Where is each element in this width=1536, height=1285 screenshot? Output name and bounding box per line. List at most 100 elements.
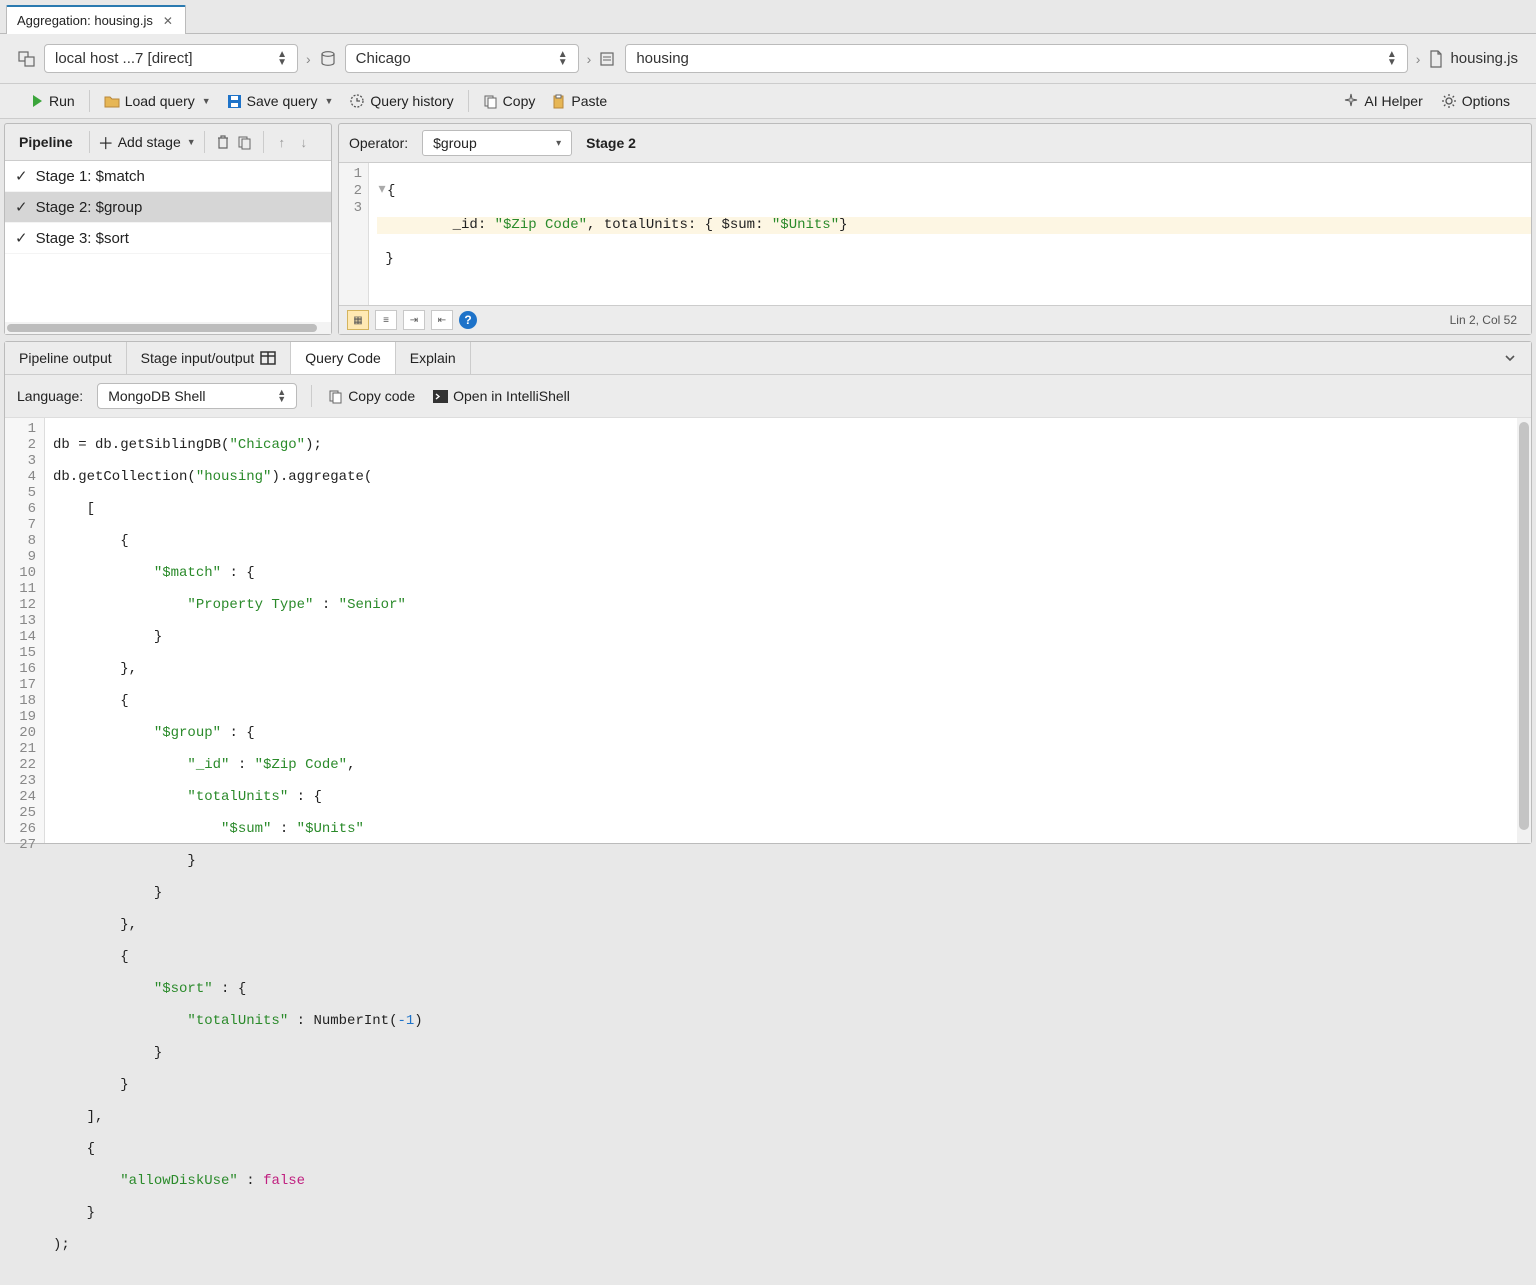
folder-icon (104, 94, 120, 108)
horizontal-scrollbar[interactable] (5, 322, 331, 334)
open-intellishell-button[interactable]: Open in IntelliShell (431, 385, 572, 407)
copy-button[interactable]: Copy (481, 90, 538, 112)
trash-icon (216, 134, 230, 150)
pipeline-header: Pipeline ＋ Add stage ▼ ↑ ↓ (5, 124, 331, 161)
save-label: Save query (247, 93, 318, 109)
history-icon (349, 93, 365, 109)
operator-dropdown[interactable]: $group ▾ (422, 130, 572, 156)
stage-row-1[interactable]: ✓ Stage 1: $match (5, 161, 331, 192)
query-body[interactable]: db = db.getSiblingDB("Chicago"); db.getC… (45, 418, 1531, 843)
connection-icon (18, 50, 36, 68)
tab-pipeline-output[interactable]: Pipeline output (5, 342, 127, 374)
pipeline-title: Pipeline (11, 130, 81, 154)
query-code-viewer[interactable]: 1234567891011121314151617181920212223242… (5, 418, 1531, 843)
editor-indent-button[interactable]: ⇥ (403, 310, 425, 330)
stage-editor-panel: Operator: $group ▾ Stage 2 123 ▾{ _id: "… (338, 123, 1532, 335)
check-icon: ✓ (15, 167, 28, 185)
check-icon: ✓ (15, 229, 28, 247)
editor-footer: ▦ ≡ ⇥ ⇤ ? Lin 2, Col 52 (339, 305, 1531, 334)
breadcrumb-sep-icon: › (587, 51, 592, 67)
play-icon (30, 94, 44, 108)
copy-code-label: Copy code (348, 388, 415, 404)
paste-icon (551, 94, 566, 109)
help-icon[interactable]: ? (459, 311, 477, 329)
stage-number-label: Stage 2 (586, 135, 636, 151)
editor-view-2-button[interactable]: ≡ (375, 310, 397, 330)
connection-name: local host ...7 [direct] (55, 50, 193, 67)
breadcrumb-sep-icon: › (1416, 51, 1421, 67)
load-label: Load query (125, 93, 195, 109)
query-gutter: 1234567891011121314151617181920212223242… (5, 418, 45, 843)
tab-query-code[interactable]: Query Code (291, 342, 395, 374)
chevron-down-icon (1503, 351, 1517, 365)
language-dropdown[interactable]: MongoDB Shell ▲▼ (97, 383, 297, 409)
move-up-button[interactable]: ↑ (272, 132, 292, 152)
breadcrumb: local host ...7 [direct] ▲▼ › Chicago ▲▼… (0, 34, 1536, 84)
run-label: Run (49, 93, 75, 109)
vertical-scrollbar[interactable] (1517, 418, 1531, 843)
toolbar: Run Load query ▼ Save query ▼ Query hist… (0, 84, 1536, 119)
history-label: Query history (370, 93, 453, 109)
editor-header: Operator: $group ▾ Stage 2 (339, 124, 1531, 163)
collapse-panel-button[interactable] (1489, 345, 1531, 371)
stage-list: ✓ Stage 1: $match ✓ Stage 2: $group ✓ St… (5, 161, 331, 322)
cursor-position: Lin 2, Col 52 (1450, 313, 1523, 327)
copy-code-button[interactable]: Copy code (326, 385, 417, 407)
editor-view-1-button[interactable]: ▦ (347, 310, 369, 330)
chevron-down-icon: ▼ (187, 137, 196, 147)
operator-value: $group (433, 135, 477, 151)
check-icon: ✓ (15, 198, 28, 216)
ai-helper-button[interactable]: AI Helper (1341, 90, 1424, 112)
code-body[interactable]: ▾{ _id: "$Zip Code", totalUnits: { $sum:… (369, 163, 1531, 305)
collection-name: housing (636, 50, 689, 67)
move-down-button[interactable]: ↓ (294, 132, 314, 152)
bottom-panel: Pipeline output Stage input/output Query… (4, 341, 1532, 844)
editor-outdent-button[interactable]: ⇤ (431, 310, 453, 330)
open-intellishell-label: Open in IntelliShell (453, 388, 570, 404)
language-value: MongoDB Shell (108, 388, 205, 404)
chevron-down-icon: ▼ (325, 96, 334, 106)
paste-button[interactable]: Paste (549, 90, 609, 112)
stage-label: Stage 1: $match (36, 168, 145, 185)
delete-stage-button[interactable] (213, 132, 233, 152)
connection-dropdown[interactable]: local host ...7 [direct] ▲▼ (44, 44, 298, 73)
stage-row-3[interactable]: ✓ Stage 3: $sort (5, 223, 331, 254)
duplicate-icon (237, 135, 252, 150)
stage-label: Stage 2: $group (36, 199, 143, 216)
tab-title: Aggregation: housing.js (17, 13, 153, 28)
sparkle-icon (1343, 93, 1359, 109)
ai-label: AI Helper (1364, 93, 1422, 109)
stage-label: Stage 3: $sort (36, 230, 129, 247)
save-query-button[interactable]: Save query ▼ (225, 90, 336, 112)
work-area: Pipeline ＋ Add stage ▼ ↑ ↓ ✓ Stage 1: $m… (0, 119, 1536, 335)
chevron-down-icon: ▾ (556, 138, 561, 149)
query-history-button[interactable]: Query history (347, 90, 455, 112)
tab-explain[interactable]: Explain (396, 342, 471, 374)
operator-label: Operator: (349, 135, 408, 151)
bottom-tabs: Pipeline output Stage input/output Query… (5, 342, 1531, 375)
database-icon (319, 50, 337, 68)
file-name: housing.js (1450, 50, 1518, 67)
gear-icon (1441, 93, 1457, 109)
collection-dropdown[interactable]: housing ▲▼ (625, 44, 1407, 73)
copy-label: Copy (503, 93, 536, 109)
database-dropdown[interactable]: Chicago ▲▼ (345, 44, 579, 73)
split-icon (260, 351, 276, 365)
load-query-button[interactable]: Load query ▼ (102, 90, 213, 112)
tab-stage-io[interactable]: Stage input/output (127, 342, 292, 374)
add-stage-button[interactable]: ＋ Add stage ▼ (98, 130, 196, 154)
dropdown-arrows-icon: ▲▼ (277, 51, 287, 67)
options-label: Options (1462, 93, 1510, 109)
database-name: Chicago (356, 50, 411, 67)
breadcrumb-file: housing.js (1428, 50, 1518, 68)
stage-row-2[interactable]: ✓ Stage 2: $group (5, 192, 331, 223)
copy-icon (483, 94, 498, 109)
stage-code-editor[interactable]: 123 ▾{ _id: "$Zip Code", totalUnits: { $… (339, 163, 1531, 305)
close-icon[interactable]: ✕ (161, 14, 175, 28)
collection-icon (599, 50, 617, 68)
options-button[interactable]: Options (1439, 90, 1512, 112)
run-button[interactable]: Run (28, 90, 77, 112)
tab-aggregation[interactable]: Aggregation: housing.js ✕ (6, 5, 186, 34)
duplicate-stage-button[interactable] (235, 132, 255, 152)
dropdown-arrows-icon: ▲▼ (277, 389, 286, 403)
